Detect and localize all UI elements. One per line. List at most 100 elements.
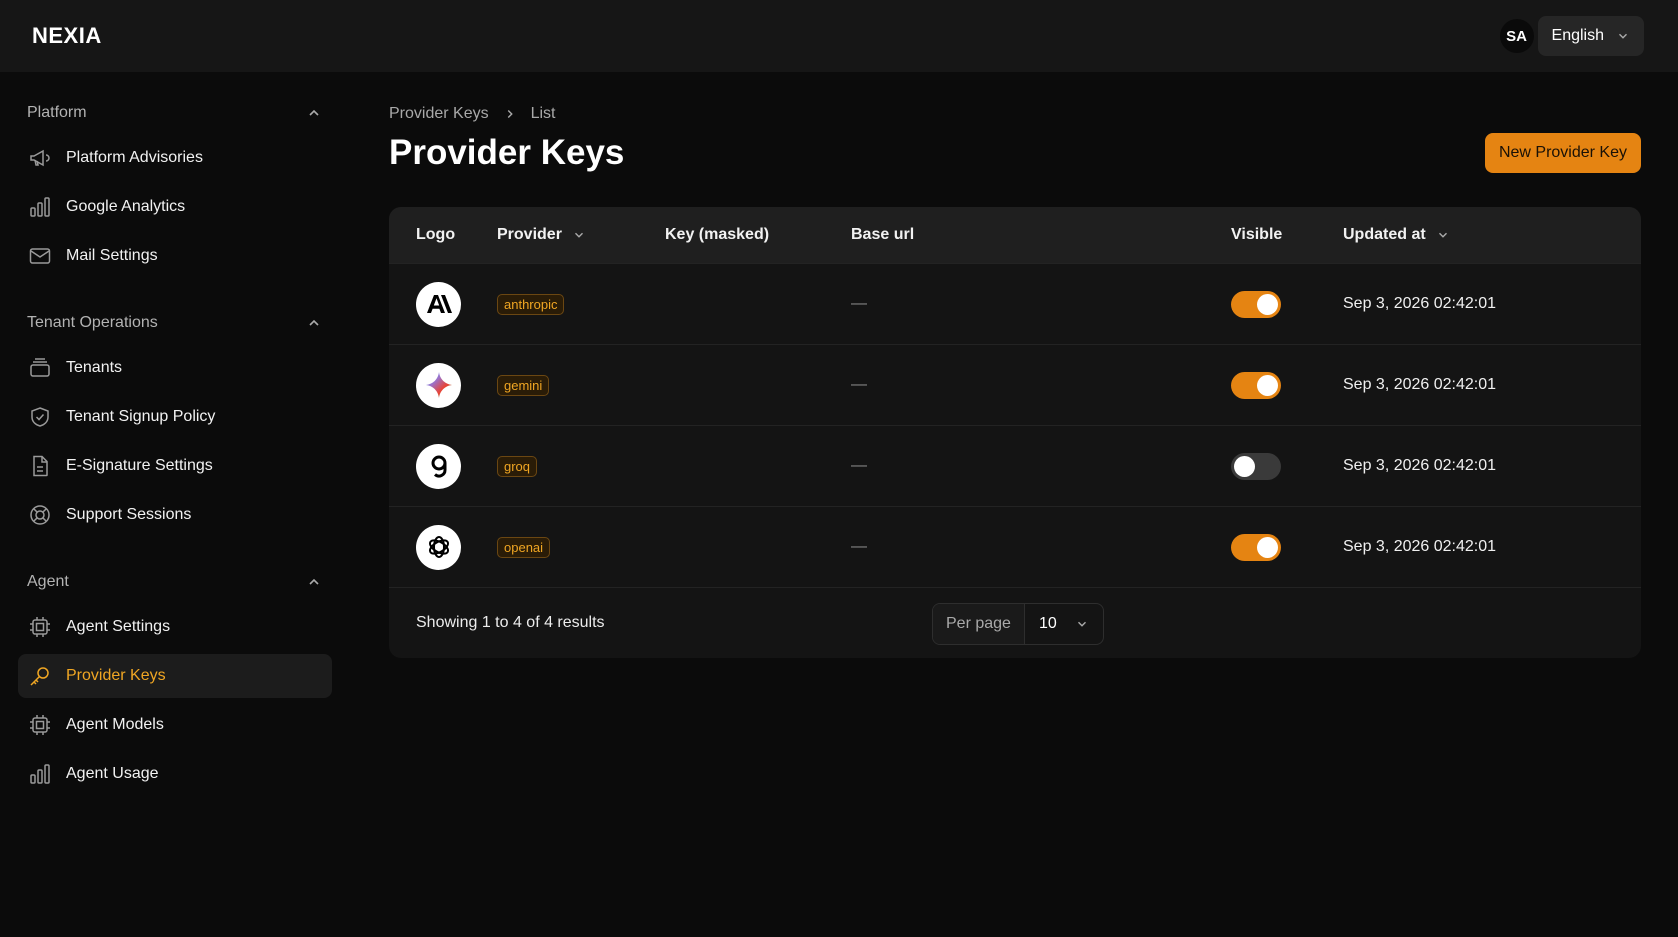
sidebar-item-label: Agent Models: [66, 716, 164, 733]
provider-cell: groq: [497, 455, 665, 477]
sort-chevron-icon: [574, 232, 583, 238]
sidebar-item-label: Google Analytics: [66, 198, 186, 215]
provider-badge: groq: [497, 455, 538, 477]
breadcrumb-root-link[interactable]: Provider Keys: [389, 105, 489, 123]
sidebar-item-agent-usage[interactable]: Agent Usage: [18, 752, 332, 796]
per-page-control: Per page 10: [932, 603, 1104, 645]
document-icon: [33, 455, 48, 477]
sidebar-item-provider-keys[interactable]: Provider Keys: [18, 654, 332, 698]
sidebar-item-label: Tenant Signup Policy: [66, 408, 216, 425]
base-url-cell: —: [851, 538, 867, 555]
provider-badge: openai: [497, 536, 551, 558]
sidebar-item-e-signature-settings[interactable]: E-Signature Settings: [18, 444, 332, 488]
sort-chevron-icon: [1438, 232, 1447, 238]
visible-toggle[interactable]: [1231, 533, 1281, 561]
column-header-updated[interactable]: Updated at: [1343, 226, 1450, 244]
updated-at-cell: Sep 3, 2026 02:42:01: [1343, 538, 1497, 555]
logo-cell: [389, 524, 497, 570]
sidebar-item-label: Agent Usage: [66, 765, 159, 782]
sidebar-item-label: Provider Keys: [66, 667, 166, 684]
table-row[interactable]: openai — Sep 3, 2026 02:42:01: [389, 506, 1641, 587]
title-row: Provider Keys New Provider Key: [389, 133, 1641, 173]
page-title: Provider Keys: [389, 133, 625, 172]
column-header-logo: Logo: [416, 226, 456, 243]
group-label: Tenant Operations: [27, 314, 158, 331]
updated-at-cell: Sep 3, 2026 02:42:01: [1343, 295, 1497, 312]
sidebar-item-label: Support Sessions: [66, 506, 192, 523]
sidebar-item-platform-advisories[interactable]: Platform Advisories: [18, 136, 332, 180]
nav-group-platform: Platform Platform Advisories Google Anal…: [18, 100, 332, 278]
column-header-label: Provider: [497, 226, 562, 243]
visible-toggle[interactable]: [1231, 452, 1281, 480]
visible-cell: [1231, 452, 1343, 480]
megaphone-icon: [30, 149, 50, 167]
provider-badge: gemini: [497, 374, 550, 396]
per-page-select[interactable]: 10: [1025, 604, 1103, 644]
sidebar-item-label: Tenants: [66, 359, 123, 376]
column-header-provider[interactable]: Provider: [497, 226, 665, 244]
group-toggle-platform[interactable]: Platform: [18, 100, 332, 126]
chevron-down-icon: [1619, 33, 1627, 39]
table-row[interactable]: anthropic — Sep 3, 2026 02:42:01: [389, 263, 1641, 344]
sidebar-item-google-analytics[interactable]: Google Analytics: [18, 185, 332, 229]
folder-stack-icon: [30, 358, 50, 377]
column-header-key: Key (masked): [665, 226, 770, 243]
gemini-logo-icon: [416, 362, 461, 408]
top-right-controls: SA English: [1499, 16, 1644, 56]
sidebar-item-label: E-Signature Settings: [66, 457, 213, 474]
sidebar-item-mail-settings[interactable]: Mail Settings: [18, 234, 332, 278]
logo-cell: [389, 443, 497, 489]
provider-cell: gemini: [497, 374, 665, 396]
sidebar-item-agent-models[interactable]: Agent Models: [18, 703, 332, 747]
chevron-up-icon: [309, 109, 319, 116]
provider-keys-table: Logo Provider Key (masked) Base url Visi…: [389, 207, 1641, 658]
avatar[interactable]: SA: [1499, 19, 1534, 53]
column-header-base-url: Base url: [851, 226, 915, 243]
sidebar-item-agent-settings[interactable]: Agent Settings: [18, 605, 332, 649]
results-summary: Showing 1 to 4 of 4 results: [416, 614, 605, 631]
groq-logo-icon: [416, 443, 461, 489]
group-toggle-agent[interactable]: Agent: [18, 569, 332, 595]
sidebar-item-tenants[interactable]: Tenants: [18, 346, 332, 390]
visible-toggle[interactable]: [1231, 371, 1281, 399]
anthropic-logo-icon: [416, 281, 461, 327]
provider-badge: anthropic: [497, 293, 565, 315]
per-page-value: 10: [1038, 615, 1057, 632]
bar-chart-icon: [30, 197, 50, 217]
visible-cell: [1231, 533, 1343, 561]
sidebar: Platform Platform Advisories Google Anal…: [0, 72, 350, 937]
nav-group-tenant-operations: Tenant Operations Tenants Tenant Signup …: [18, 310, 332, 537]
key-icon: [30, 667, 49, 686]
table-row[interactable]: groq — Sep 3, 2026 02:42:01: [389, 425, 1641, 506]
chevron-up-icon: [309, 578, 319, 585]
group-toggle-tenant-operations[interactable]: Tenant Operations: [18, 310, 332, 336]
top-bar: NEXIA SA English: [0, 0, 1678, 72]
cpu-chip-icon: [30, 715, 50, 735]
cpu-chip-icon: [30, 617, 50, 637]
lifebuoy-icon: [30, 505, 50, 525]
sidebar-item-label: Agent Settings: [66, 618, 171, 635]
logo-cell: [389, 362, 497, 408]
breadcrumb-current: List: [530, 105, 556, 122]
language-label: English: [1551, 27, 1604, 44]
sidebar-item-label: Platform Advisories: [66, 149, 203, 166]
bar-chart-icon: [30, 764, 50, 784]
sidebar-item-support-sessions[interactable]: Support Sessions: [18, 493, 332, 537]
updated-at-cell: Sep 3, 2026 02:42:01: [1343, 457, 1497, 474]
nav-group-agent: Agent Agent Settings Provider Keys Agent…: [18, 569, 332, 796]
shield-check-icon: [31, 407, 49, 427]
language-select[interactable]: English: [1537, 16, 1644, 56]
brand-logo[interactable]: NEXIA: [32, 23, 102, 49]
breadcrumb: Provider Keys List: [389, 105, 1641, 123]
sidebar-item-label: Mail Settings: [66, 247, 158, 264]
table-header: Logo Provider Key (masked) Base url Visi…: [389, 207, 1641, 263]
updated-at-cell: Sep 3, 2026 02:42:01: [1343, 376, 1497, 393]
sidebar-item-tenant-signup-policy[interactable]: Tenant Signup Policy: [18, 395, 332, 439]
column-header-label: Updated at: [1343, 226, 1426, 243]
openai-logo-icon: [416, 524, 461, 570]
new-provider-key-button[interactable]: New Provider Key: [1484, 133, 1641, 173]
table-row[interactable]: gemini — Sep 3, 2026 02:42:01: [389, 344, 1641, 425]
visible-cell: [1231, 371, 1343, 399]
visible-toggle[interactable]: [1231, 290, 1281, 318]
provider-cell: openai: [497, 536, 665, 558]
